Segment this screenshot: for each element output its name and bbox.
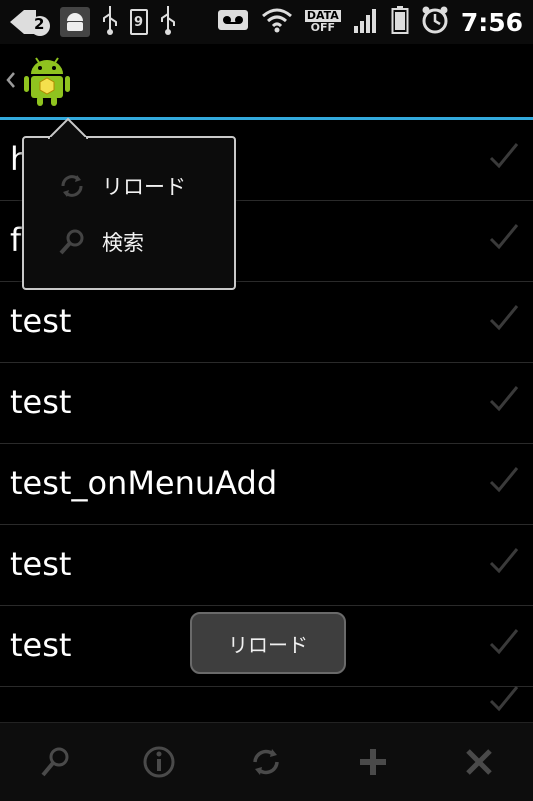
data-off-icon: DATA OFF xyxy=(304,10,341,34)
menu-item-label: 検索 xyxy=(102,231,144,255)
action-bar xyxy=(0,44,533,120)
checkmark-icon[interactable] xyxy=(487,543,521,581)
status-bar: 2 9 DATA OFF 7:56 xyxy=(0,0,533,45)
checkmark-icon[interactable] xyxy=(487,219,521,257)
reload-icon xyxy=(253,749,279,775)
popup-pointer xyxy=(48,117,88,139)
checkmark-icon[interactable] xyxy=(487,624,521,662)
add-icon xyxy=(360,749,386,775)
info-icon xyxy=(143,746,175,778)
usb-icon xyxy=(100,4,120,40)
menu-item-label: リロード xyxy=(102,175,186,199)
search-icon xyxy=(41,747,69,777)
checkmark-icon[interactable] xyxy=(487,381,521,419)
reload-button[interactable] xyxy=(245,741,287,783)
bottom-toolbar xyxy=(0,722,533,801)
notification-count-icon[interactable]: 2 xyxy=(6,6,50,38)
list-item[interactable]: test xyxy=(0,525,533,606)
up-caret-icon[interactable] xyxy=(6,70,16,95)
overflow-popup-menu: リロード 検索 xyxy=(22,117,236,290)
list-item-label: f xyxy=(10,221,22,259)
sd-card-icon: 9 xyxy=(130,9,148,35)
notification-count: 2 xyxy=(34,15,45,33)
battery-icon xyxy=(391,5,409,39)
list-item-label: test_onMenuAdd xyxy=(10,464,278,502)
list-item-partial[interactable] xyxy=(0,686,533,720)
checkmark-icon[interactable] xyxy=(487,138,521,176)
menu-item-reload[interactable]: リロード xyxy=(24,158,234,214)
toast-message: リロード xyxy=(190,612,346,674)
menu-item-search[interactable]: 検索 xyxy=(24,214,234,270)
info-button[interactable] xyxy=(138,741,180,783)
list-item[interactable]: test xyxy=(0,282,533,363)
wifi-icon xyxy=(261,6,293,38)
list-item-label: test xyxy=(10,545,72,583)
android-app-icon[interactable] xyxy=(22,54,72,112)
list-item[interactable]: test xyxy=(0,363,533,444)
close-icon xyxy=(466,749,492,775)
status-clock: 7:56 xyxy=(460,7,523,37)
voicemail-icon xyxy=(217,6,249,38)
checkmark-icon[interactable] xyxy=(487,681,521,719)
android-debug-icon xyxy=(60,7,90,37)
usb-icon xyxy=(158,4,178,40)
alarm-icon xyxy=(421,5,449,39)
reload-icon xyxy=(52,166,92,206)
list-item[interactable]: test_onMenuAdd xyxy=(0,444,533,525)
search-button[interactable] xyxy=(34,741,76,783)
list-item-label: test xyxy=(10,626,72,664)
data-label-bottom: OFF xyxy=(310,21,336,34)
checkmark-icon[interactable] xyxy=(487,462,521,500)
list-item-label: test xyxy=(10,302,72,340)
signal-icon xyxy=(353,6,379,38)
close-button[interactable] xyxy=(458,741,500,783)
sd-badge: 9 xyxy=(134,15,144,30)
checkmark-icon[interactable] xyxy=(487,300,521,338)
search-icon xyxy=(52,222,92,262)
list-item-label: test xyxy=(10,383,72,421)
add-button[interactable] xyxy=(352,741,394,783)
